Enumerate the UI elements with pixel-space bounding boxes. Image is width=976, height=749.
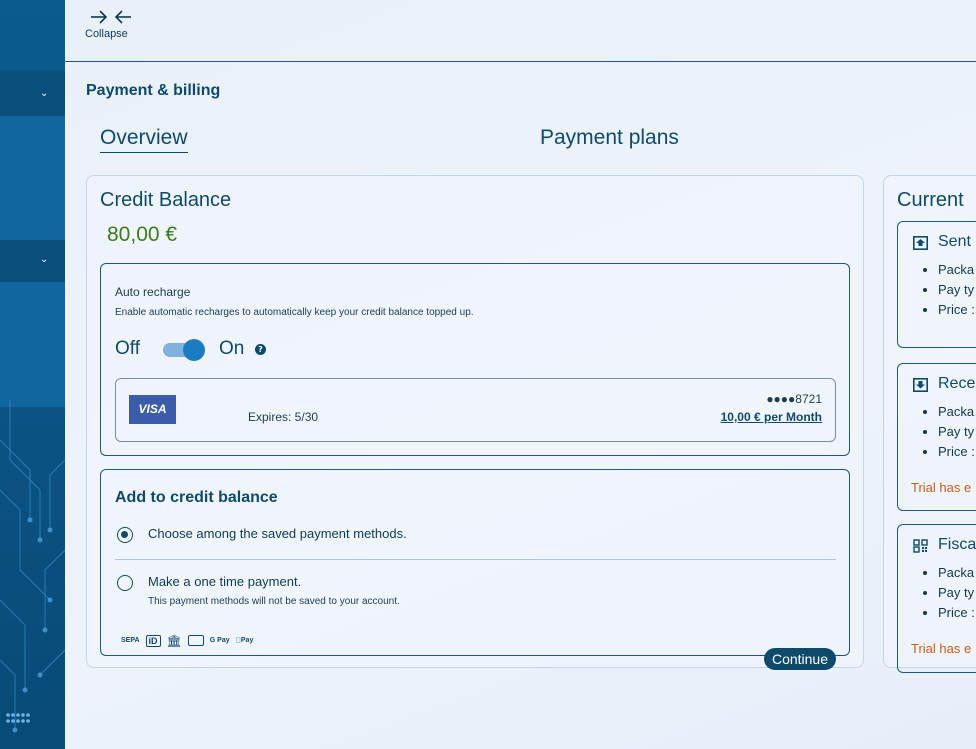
sidebar: ⌄ ⌄ xyxy=(0,0,65,749)
list-item: Packa xyxy=(938,404,975,424)
google-pay-icon: G Pay xyxy=(209,637,230,644)
list-item: Pay ty xyxy=(938,585,975,605)
circuit-pattern-icon xyxy=(0,400,65,733)
inbox-up-icon xyxy=(913,236,928,250)
list-item: Pay ty xyxy=(938,424,975,444)
service-card-received[interactable]: Rece Packa Pay ty Price : Trial has e xyxy=(897,363,976,511)
add-credit-panel: Add to credit balance Choose among the s… xyxy=(100,469,850,670)
sidebar-menu-1[interactable]: ⌄ xyxy=(0,70,65,116)
auto-recharge-panel: Auto recharge Enable automatic recharges… xyxy=(100,263,850,456)
service-details: Packa Pay ty Price : xyxy=(923,565,975,625)
card-expiry: Expires: 5/30 xyxy=(248,410,319,424)
collapse-arrows-icon xyxy=(91,10,131,24)
service-details: Packa Pay ty Price : xyxy=(923,262,975,322)
saved-card-row[interactable]: VISA Expires: 5/30 ●●●●8721 10,00 € per … xyxy=(115,378,836,442)
apple-pay-icon: Pay xyxy=(235,636,254,644)
current-services-title: Current xyxy=(897,189,964,211)
list-item: Price : xyxy=(938,302,975,322)
service-card-sent[interactable]: Sent Packa Pay ty Price : xyxy=(897,221,976,348)
list-item: Packa xyxy=(938,565,975,585)
qr-icon xyxy=(913,539,928,553)
bank-icon: 🏛 xyxy=(166,633,182,648)
tab-payment-plans[interactable]: Payment plans xyxy=(540,126,679,150)
collapse-button[interactable]: Collapse xyxy=(85,8,137,40)
list-item: Price : xyxy=(938,444,975,464)
sidebar-submenu-1 xyxy=(0,116,65,240)
service-name: Sent xyxy=(938,233,971,250)
payment-method-icons: SEPA iD 🏛 G Pay Pay xyxy=(121,630,259,648)
option-one-time-description: This payment methods will not be saved t… xyxy=(148,596,400,607)
service-name: Rece xyxy=(938,375,976,392)
option-one-time-label[interactable]: Make a one time payment. xyxy=(148,574,301,589)
auto-recharge-description: Enable automatic recharges to automatica… xyxy=(115,307,474,318)
list-item: Price : xyxy=(938,605,975,625)
credit-balance-amount: 80,00 € xyxy=(107,223,178,246)
trial-status: Trial has e xyxy=(911,480,972,495)
toggle-on-label: On xyxy=(219,338,245,359)
radio-saved-methods[interactable] xyxy=(117,527,133,543)
trial-status: Trial has e xyxy=(911,641,972,656)
list-item: Packa xyxy=(938,262,975,282)
toggle-off-label: Off xyxy=(115,338,140,359)
sidebar-menu-2[interactable]: ⌄ xyxy=(0,240,65,282)
current-services-card: Current Sent Packa Pay ty Price : Rece P… xyxy=(883,175,976,673)
inbox-down-icon xyxy=(913,378,928,392)
sidebar-submenu-2 xyxy=(0,282,65,407)
list-item: Pay ty xyxy=(938,282,975,302)
grid-dots-icon xyxy=(6,713,30,723)
top-bar: Collapse xyxy=(65,0,976,62)
ideal-icon: iD xyxy=(145,634,161,647)
collapse-label: Collapse xyxy=(85,28,128,40)
chevron-down-icon: ⌄ xyxy=(40,254,49,265)
page-title: Payment & billing xyxy=(86,82,221,99)
recharge-plan-link[interactable]: 10,00 € per Month xyxy=(721,410,822,424)
tab-overview[interactable]: Overview xyxy=(100,126,188,153)
service-details: Packa Pay ty Price : xyxy=(923,404,975,464)
continue-button[interactable]: Continue xyxy=(763,648,836,670)
toggle-knob xyxy=(183,339,205,361)
sepa-icon: SEPA xyxy=(121,637,140,644)
option-saved-methods-label[interactable]: Choose among the saved payment methods. xyxy=(148,526,407,541)
credit-balance-title: Credit Balance xyxy=(100,189,232,211)
card-masked-number: ●●●●8721 xyxy=(766,392,822,406)
service-card-fiscal[interactable]: Fisca Packa Pay ty Price : Trial has e xyxy=(897,524,976,673)
add-credit-title: Add to credit balance xyxy=(115,489,278,506)
auto-recharge-label: Auto recharge xyxy=(115,285,191,299)
service-name: Fisca xyxy=(938,536,976,553)
chevron-down-icon: ⌄ xyxy=(40,88,49,99)
help-icon[interactable]: ? xyxy=(255,344,266,355)
divider xyxy=(115,559,836,560)
auto-recharge-toggle[interactable] xyxy=(163,339,205,361)
card-icon xyxy=(187,635,204,646)
radio-one-time-payment[interactable] xyxy=(117,575,133,591)
visa-card-icon: VISA xyxy=(129,395,176,424)
credit-balance-card: Credit Balance 80,00 € Auto recharge Ena… xyxy=(86,175,864,670)
